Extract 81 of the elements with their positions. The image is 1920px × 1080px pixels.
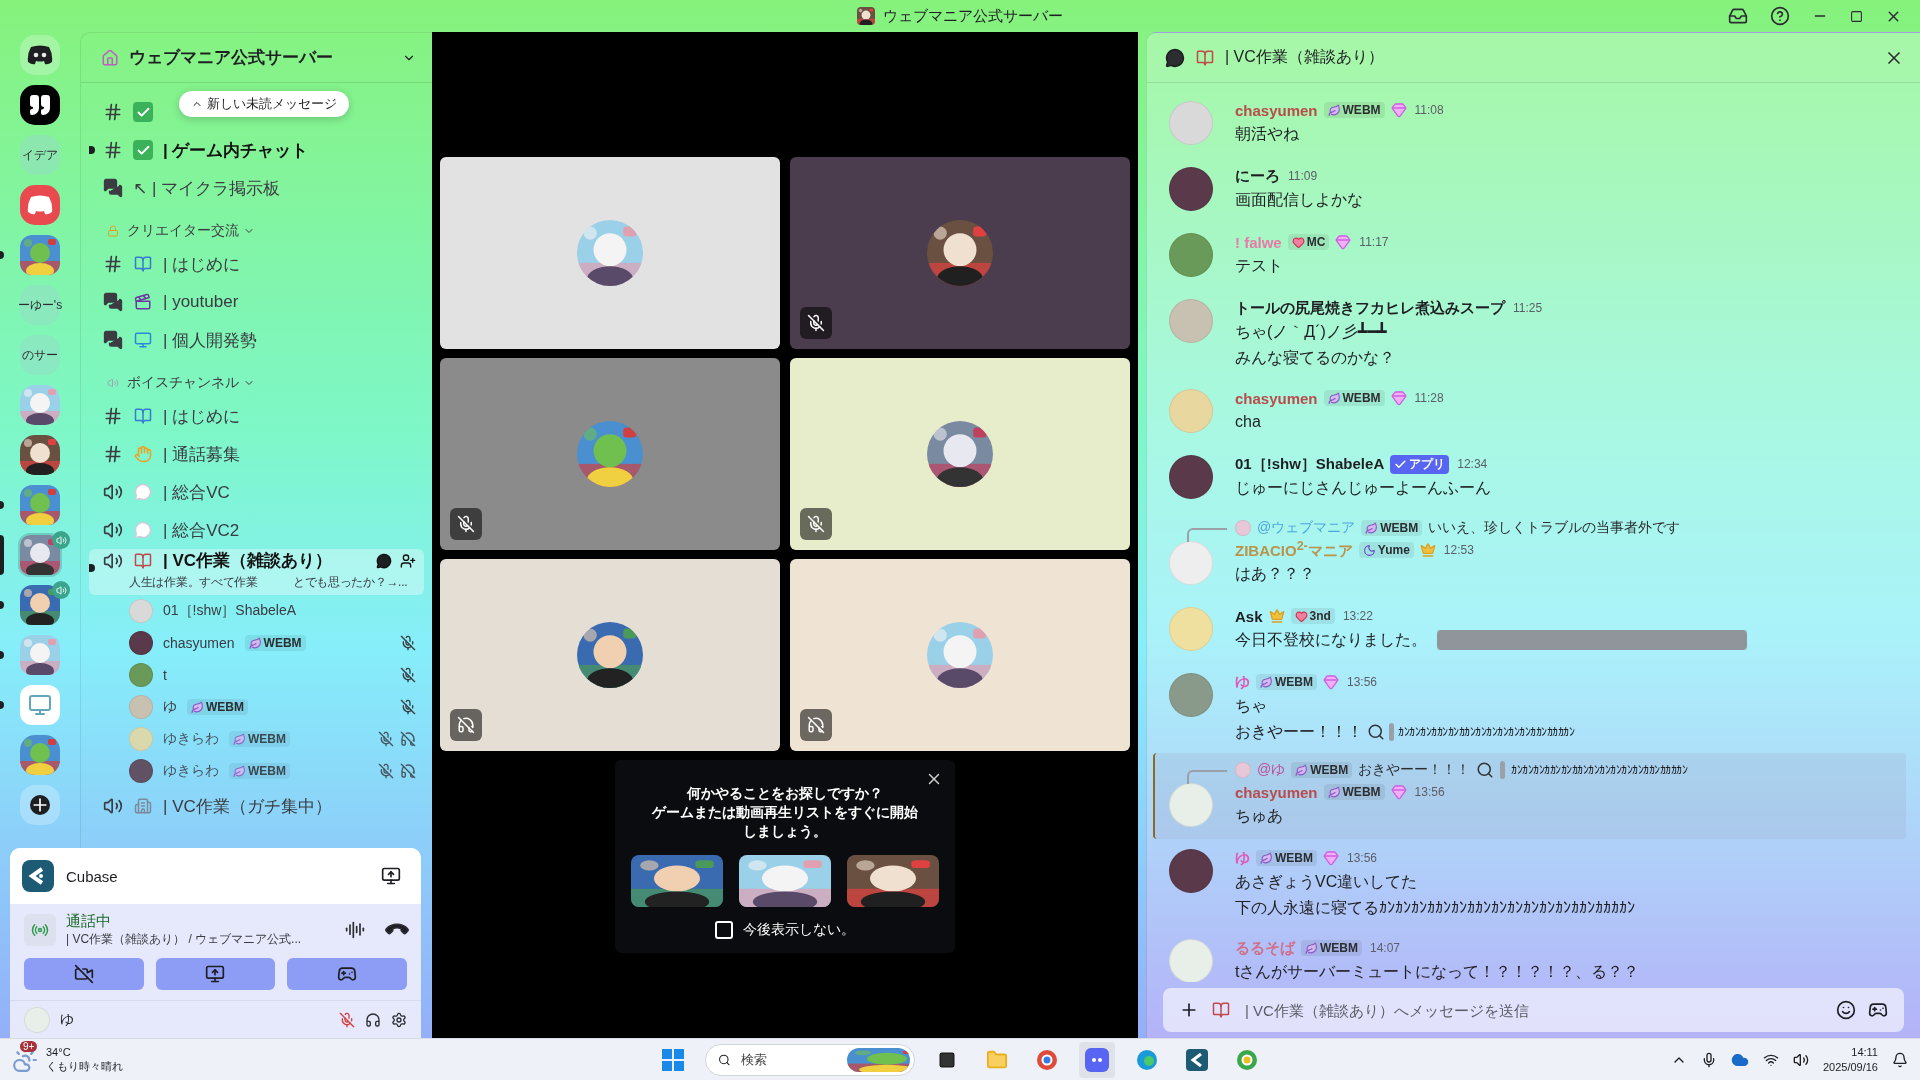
badge-label: WEBM xyxy=(1380,521,1419,535)
author-name: トールの尻尾焼きフカヒレ煮込みスープ xyxy=(1235,298,1505,318)
author-name: ゆ xyxy=(1235,848,1250,868)
message-text: 朝活やね xyxy=(1235,124,1299,144)
author-name: Ask xyxy=(1235,607,1263,625)
author-name: chasyumen xyxy=(1235,101,1318,119)
badge-label: WEBM xyxy=(248,732,286,746)
message-text: 下の人永遠に寝てるｶﾝｶﾝｶﾝｶｶﾝｶﾝｶｶﾝｶﾝｶﾝｶﾝｶﾝｶﾝｶｶﾝｶｶｶｶﾝ xyxy=(1235,898,1635,918)
badge-label: Yume xyxy=(1377,543,1410,557)
message-text: あさぎょうVC違いしてた xyxy=(1235,872,1418,892)
channel-status: 人生は作業。すべて作業 とでも思ったか？→... xyxy=(128,574,408,591)
call-location: | VC作業（雑談あり） / ウェブマニア公式... xyxy=(66,931,303,948)
reply-author: @ゆ xyxy=(1257,761,1286,779)
member-name: chasyumen xyxy=(163,635,235,651)
badge-label: WEBM xyxy=(1310,763,1349,777)
badge-label: WEBM xyxy=(263,636,302,650)
message-text: じゅーにじさんじゅーよーんふーん xyxy=(1235,478,1491,498)
timestamp: 14:07 xyxy=(1370,941,1401,955)
badge-label: WEBM xyxy=(1275,675,1313,689)
timestamp: 11:28 xyxy=(1414,391,1444,405)
message-text: tさんがサーバーミュートになって！？！？！？、る？？ xyxy=(1235,962,1640,982)
reply-text: おきやーー！！！ xyxy=(1358,761,1471,779)
author-name: るるそば xyxy=(1235,938,1295,958)
temperature: 34°C xyxy=(46,1046,72,1060)
member-name: ゆきらわ xyxy=(163,730,219,748)
message-text: ちゅあ xyxy=(1235,806,1283,826)
author-name: chasyumen xyxy=(1235,389,1318,407)
message-text: テスト xyxy=(1235,256,1283,276)
message-text: ｶﾝｶﾝｶﾝｶｶﾝｶﾝｶｶﾝｶﾝｶﾝｶﾝｶﾝｶﾝｶｶﾝｶｶｶｶﾝ xyxy=(1511,763,1688,777)
call-status: 通話中 xyxy=(66,912,112,931)
timestamp: 13:56 xyxy=(1414,785,1445,799)
popup-message: しましょう。 xyxy=(743,821,827,841)
member-name: ゆきらわ xyxy=(163,762,219,780)
badge-label: アプリ xyxy=(1409,455,1446,473)
badge-label: WEBM xyxy=(1320,941,1358,955)
message-text: cha xyxy=(1235,412,1261,432)
message-text: ちゃ(ノ｀Д´)ノ彡┻━┻ xyxy=(1235,321,1387,342)
author-name: ! falwe xyxy=(1235,233,1282,251)
message-text: はあ？？？ xyxy=(1235,564,1315,584)
weather-text: くもり時々晴れ xyxy=(46,1059,123,1073)
author-name: chasyumen xyxy=(1235,783,1318,801)
popup-message: ゲームまたは動画再生リストをすぐに開始 xyxy=(652,802,918,822)
timestamp: 11:09 xyxy=(1288,169,1318,183)
member-name: t xyxy=(163,667,167,683)
window-title: ウェブマニア公式サーバー xyxy=(883,6,1063,26)
author-name: 01［!shw］ShabeleA xyxy=(1235,454,1385,474)
reply-author: @ウェブマニア xyxy=(1257,519,1356,537)
message-text: 画面配信しよかな xyxy=(1235,190,1363,210)
checkbox-label: 今後表示しない。 xyxy=(743,920,855,939)
timestamp: 12:53 xyxy=(1443,543,1474,557)
message-text: ｶﾝｶﾝｶﾝｶｶﾝｶﾝｶｶﾝｶﾝｶﾝｶﾝｶﾝｶﾝｶｶﾝｶｶｶｶﾝ xyxy=(1398,724,1574,741)
author-name: ゆ xyxy=(1235,672,1250,692)
timestamp: 13:56 xyxy=(1347,675,1378,689)
timestamp: 11:17 xyxy=(1359,235,1389,249)
badge-label: MC xyxy=(1306,235,1326,249)
app-name: Cubase xyxy=(66,867,119,885)
message-text: おきやーー！！！ xyxy=(1235,722,1363,742)
badge-label: 3nd xyxy=(1309,609,1331,623)
badge-label: WEBM xyxy=(1342,785,1381,799)
badge-label: WEBM xyxy=(1275,851,1313,865)
badge-label: WEBM xyxy=(206,700,244,714)
timestamp: 11:25 xyxy=(1513,301,1543,315)
member-name: ゆ xyxy=(163,698,177,716)
reply-text: いいえ、珍しくトラブルの当事者外です xyxy=(1428,519,1681,537)
notification-badge: 9+ xyxy=(20,1040,38,1052)
chat-title: | VC作業（雑談あり） xyxy=(1225,47,1385,67)
message-text: みんな寝てるのかな？ xyxy=(1235,348,1395,368)
author-name: ZIBACIO$^{2-}$マニア xyxy=(1235,539,1353,561)
timestamp: 13:22 xyxy=(1342,609,1373,623)
message-text: ちゃ xyxy=(1235,696,1267,716)
author-name: にーろ xyxy=(1235,166,1280,186)
member-name: 01［!shw］ShabeleA xyxy=(163,602,297,620)
timestamp: 11:08 xyxy=(1414,103,1444,117)
badge-label: WEBM xyxy=(248,764,286,778)
timestamp: 13:56 xyxy=(1347,851,1378,865)
popup-message: 何かやることをお探しですか？ xyxy=(687,784,883,803)
badge-label: WEBM xyxy=(1342,391,1381,405)
timestamp: 12:34 xyxy=(1457,457,1488,471)
badge-label: WEBM xyxy=(1342,103,1381,117)
message-text: 今日不登校になりました。 xyxy=(1235,630,1427,650)
user-name: ゆ xyxy=(60,1011,75,1029)
